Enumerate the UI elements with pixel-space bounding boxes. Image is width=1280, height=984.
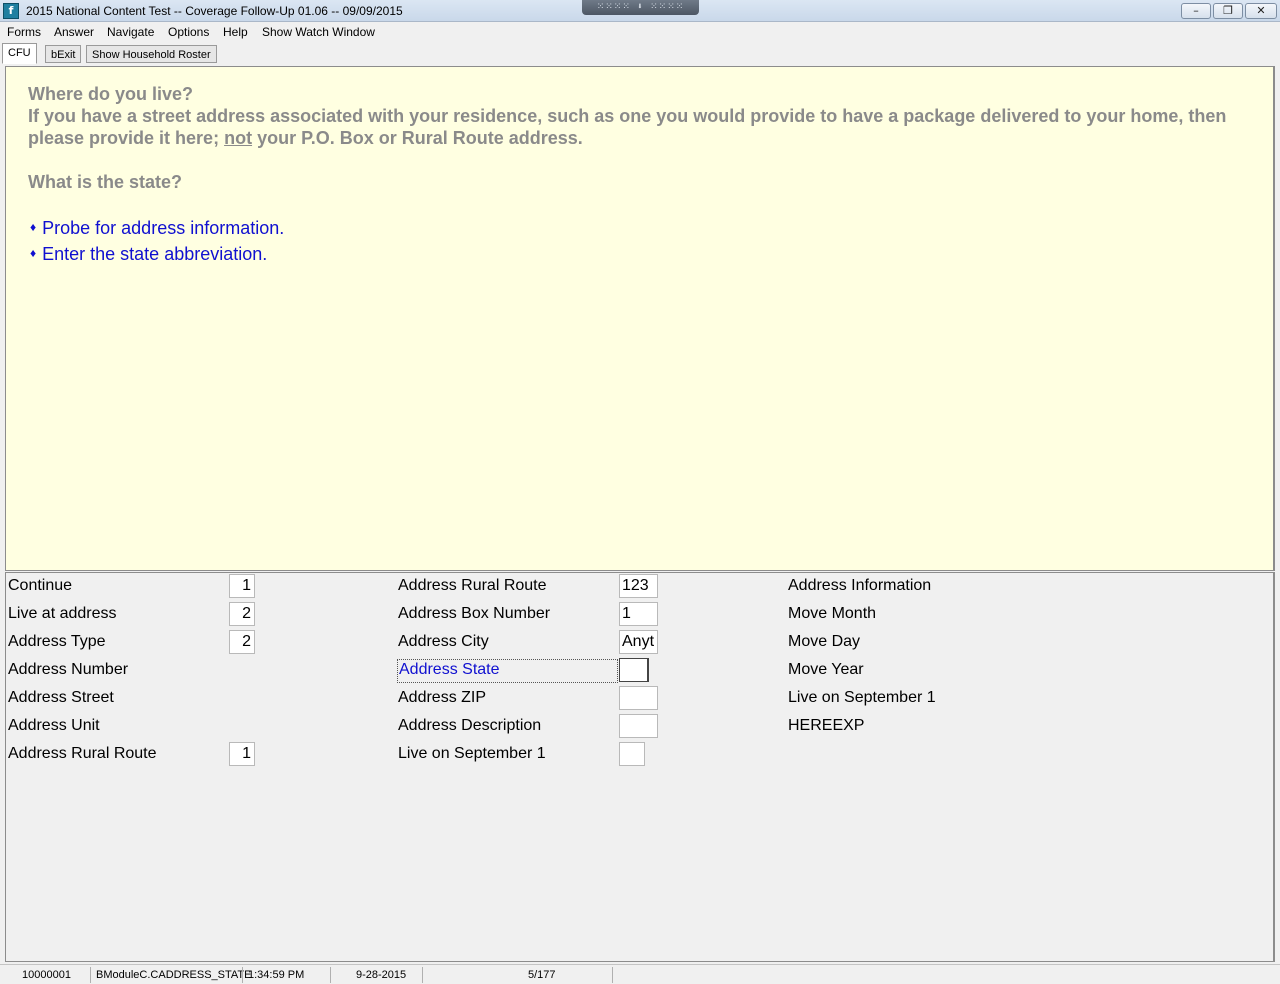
close-button[interactable]: ✕: [1245, 3, 1277, 19]
tab-bar: CFU bExit Show Household Roster: [0, 42, 1280, 64]
status-page: 5/177: [528, 969, 556, 981]
question-text-part1: If you have a street address associated …: [28, 106, 1227, 148]
dock-handle-icon[interactable]: ⁙⁙⁙⁙ ⬇ ⁙⁙⁙⁙: [582, 0, 699, 15]
field-label-address-zip: Address ZIP: [398, 689, 487, 706]
field-label-hereexp: HEREEXP: [788, 717, 865, 734]
field-label-address-street: Address Street: [8, 689, 114, 706]
field-label-live-on-september-1: Live on September 1: [398, 745, 546, 762]
field-label-address-description: Address Description: [398, 717, 542, 734]
instruction-text: Probe for address information.: [42, 218, 285, 238]
status-field-path: BModuleC.CADDRESS_STATE: [96, 969, 252, 981]
field-label-move-day: Move Day: [788, 633, 861, 650]
field-label-continue: Continue: [8, 577, 73, 594]
address-state-input[interactable]: [619, 658, 649, 682]
field-label-live-at-address: Live at address: [8, 605, 117, 622]
status-case-id: 10000001: [22, 969, 71, 981]
restore-button[interactable]: ❐: [1213, 3, 1243, 19]
menu-show-watch-window[interactable]: Show Watch Window: [262, 25, 375, 39]
tab-show-household-roster[interactable]: Show Household Roster: [86, 45, 217, 63]
instruction-item: ♦ Probe for address information.: [30, 217, 284, 241]
menu-bar: Forms Answer Navigate Options Help Show …: [0, 22, 1280, 42]
status-separator: [90, 967, 91, 983]
instruction-item: ♦ Enter the state abbreviation.: [30, 243, 267, 267]
status-time: 1:34:59 PM: [248, 969, 305, 981]
app-icon[interactable]: f: [3, 3, 19, 19]
diamond-bullet-icon: ♦: [30, 220, 37, 234]
window-title: 2015 National Content Test -- Coverage F…: [26, 4, 403, 18]
status-date: 9-28-2015: [356, 969, 407, 981]
question-text-emphasis: not: [224, 128, 253, 148]
question-text-part2: your P.O. Box or Rural Route address.: [252, 128, 583, 148]
address-type-input[interactable]: 2: [229, 630, 255, 654]
address-zip-input[interactable]: [619, 686, 658, 710]
address-box-number-input[interactable]: 1: [619, 602, 658, 626]
status-separator: [422, 967, 423, 983]
title-bar[interactable]: f 2015 National Content Test -- Coverage…: [0, 0, 1280, 22]
field-label-move-month: Move Month: [788, 605, 877, 622]
continue-input[interactable]: 1: [229, 574, 255, 598]
field-label-move-year: Move Year: [788, 661, 864, 678]
field-label-live-on-september-1: Live on September 1: [788, 689, 936, 706]
menu-help[interactable]: Help: [223, 25, 248, 39]
question-text: If you have a street address associated …: [28, 105, 1248, 149]
minimize-button[interactable]: –: [1181, 3, 1211, 19]
field-label-address-information: Address Information: [788, 577, 932, 594]
field-label-address-type: Address Type: [8, 633, 106, 650]
field-label-address-rural-route: Address Rural Route: [8, 745, 157, 762]
field-label-address-rural-route: Address Rural Route: [398, 577, 547, 594]
field-label-address-state: Address State: [397, 659, 618, 683]
field-label-address-city: Address City: [398, 633, 489, 650]
menu-answer[interactable]: Answer: [54, 25, 94, 39]
state-question: What is the state?: [28, 172, 183, 192]
status-separator: [612, 967, 613, 983]
address-city-input[interactable]: Anyt: [619, 630, 658, 654]
address-rural-route-input[interactable]: 123: [619, 574, 658, 598]
live-on-september-1-input[interactable]: [619, 742, 645, 766]
menu-forms[interactable]: Forms: [7, 25, 41, 39]
field-label-address-number: Address Number: [8, 661, 129, 678]
field-label-address-box-number: Address Box Number: [398, 605, 551, 622]
menu-options[interactable]: Options: [168, 25, 209, 39]
tab-cfu[interactable]: CFU: [2, 43, 37, 64]
status-separator: [330, 967, 331, 983]
address-description-input[interactable]: [619, 714, 658, 738]
status-separator: [242, 967, 243, 983]
live-at-address-input[interactable]: 2: [229, 602, 255, 626]
instruction-text: Enter the state abbreviation.: [42, 244, 268, 264]
field-label-address-unit: Address Unit: [8, 717, 100, 734]
question-heading: Where do you live?: [28, 84, 194, 104]
fields-panel: Continue 1 Live at address 2 Address Typ…: [5, 572, 1275, 962]
status-bar: 10000001 BModuleC.CADDRESS_STATE 1:34:59…: [0, 964, 1280, 984]
menu-navigate[interactable]: Navigate: [107, 25, 154, 39]
tab-bexit[interactable]: bExit: [45, 45, 82, 63]
question-panel: Where do you live? If you have a street …: [5, 66, 1275, 571]
diamond-bullet-icon: ♦: [30, 246, 37, 260]
address-rural-route-code-input[interactable]: 1: [229, 742, 255, 766]
